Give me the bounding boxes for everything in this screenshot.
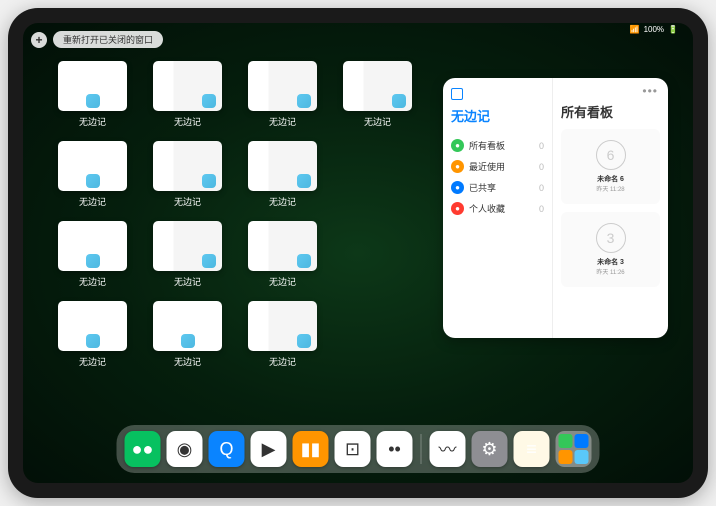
window-thumbnail[interactable]: 无边记 [58,221,127,289]
dock-app-settings[interactable]: ⚙ [472,431,508,467]
sidebar-item-icon: ● [451,160,464,173]
window-label: 无边记 [174,275,201,288]
plus-icon: + [35,33,42,47]
window-label: 无边记 [174,355,201,368]
window-label: 无边记 [79,275,106,288]
dock-app-notes[interactable]: ≡ [514,431,550,467]
sidebar-item[interactable]: ● 个人收藏 0 [451,198,544,219]
sidebar-item-icon: ● [451,202,464,215]
board-thumbnail: 6 [596,140,626,170]
sidebar-item[interactable]: ● 已共享 0 [451,177,544,198]
window-thumbnail[interactable]: 无边记 [248,141,317,209]
window-thumbnail[interactable]: 无边记 [248,301,317,369]
window-preview [248,61,317,111]
window-label: 无边记 [174,115,201,128]
sidebar-item-label: 所有看板 [469,139,505,152]
board-date: 昨天 11:26 [596,267,624,276]
new-window-button[interactable]: + [31,32,47,48]
window-label: 无边记 [269,195,296,208]
window-preview [153,301,222,351]
sidebar-item[interactable]: ● 最近使用 0 [451,156,544,177]
window-preview [58,61,127,111]
sidebar-item-label: 个人收藏 [469,202,505,215]
freeform-app-title: 无边记 [451,106,544,125]
window-preview [153,141,222,191]
sidebar-item-icon: ● [451,181,464,194]
dock-app-library[interactable] [556,431,592,467]
sidebar-item-count: 0 [539,141,544,151]
window-label: 无边记 [269,115,296,128]
sidebar-item-icon: ● [451,139,464,152]
window-thumbnail[interactable]: 无边记 [153,221,222,289]
signal-icon: 📶 [630,25,640,34]
window-preview [248,221,317,271]
board-thumbnail: 3 [596,223,626,253]
dock-separator [421,434,422,464]
dock-app-quark[interactable]: ◉ [167,431,203,467]
freeform-panel[interactable]: 无边记 ● 所有看板 0 ● 最近使用 0 ● 已共享 0 ● 个人收藏 0 ••• 所有看板 6 未命… [443,78,668,338]
window-thumbnail[interactable]: 无边记 [153,301,222,369]
window-label: 无边记 [79,195,106,208]
window-thumbnail[interactable]: 无边记 [58,61,127,129]
window-preview [58,301,127,351]
window-preview [153,61,222,111]
sidebar-toggle-icon[interactable] [451,88,463,100]
window-preview [248,301,317,351]
window-preview [58,141,127,191]
window-thumbnail[interactable]: 无边记 [343,61,412,129]
window-label: 无边记 [79,355,106,368]
board-date: 昨天 11:28 [596,184,624,193]
app-switcher-grid: 无边记无边记无边记无边记无边记无边记无边记无边记无边记无边记无边记无边记无边记 [58,61,412,369]
boards-view-title: 所有看板 [561,102,660,121]
board-name: 未命名 6 [597,174,624,184]
sidebar-item-count: 0 [539,183,544,193]
more-icon[interactable]: ••• [642,84,658,98]
sidebar-item[interactable]: ● 所有看板 0 [451,135,544,156]
sidebar-item-label: 已共享 [469,181,496,194]
window-thumbnail[interactable]: 无边记 [153,61,222,129]
dock: ●●◉Q▶▮▮⊡•• 〰⚙≡ [117,425,600,473]
window-thumbnail[interactable]: 无边记 [248,61,317,129]
dock-app-play[interactable]: ▶ [251,431,287,467]
battery-icon: 🔋 [668,25,678,34]
sidebar-item-count: 0 [539,162,544,172]
window-thumbnail[interactable]: 无边记 [58,301,127,369]
screen: 📶 100% 🔋 + 重新打开已关闭的窗口 无边记无边记无边记无边记无边记无边记… [23,23,693,483]
window-preview [343,61,412,111]
reopen-closed-window-button[interactable]: 重新打开已关闭的窗口 [53,31,163,48]
window-thumbnail[interactable]: 无边记 [248,221,317,289]
board-card[interactable]: 6 未命名 6昨天 11:28 [561,129,660,204]
dock-app-dice[interactable]: ⊡ [335,431,371,467]
window-preview [58,221,127,271]
dock-app-freeform[interactable]: 〰 [430,431,466,467]
window-label: 无边记 [79,115,106,128]
window-preview [153,221,222,271]
sidebar-item-count: 0 [539,204,544,214]
top-bar: + 重新打开已关闭的窗口 [31,31,163,48]
dock-app-quark-hd[interactable]: Q [209,431,245,467]
reopen-label: 重新打开已关闭的窗口 [63,35,153,45]
battery-text: 100% [644,25,664,34]
dock-app-wechat[interactable]: ●● [125,431,161,467]
window-label: 无边记 [174,195,201,208]
dock-app-books[interactable]: ▮▮ [293,431,329,467]
window-label: 无边记 [269,355,296,368]
window-label: 无边记 [269,275,296,288]
freeform-sidebar: 无边记 ● 所有看板 0 ● 最近使用 0 ● 已共享 0 ● 个人收藏 0 [443,78,553,338]
window-label: 无边记 [364,115,391,128]
ipad-frame: 📶 100% 🔋 + 重新打开已关闭的窗口 无边记无边记无边记无边记无边记无边记… [8,8,708,498]
freeform-boards-view: ••• 所有看板 6 未命名 6昨天 11:28 3 未命名 3昨天 11:26 [553,78,668,338]
window-preview [248,141,317,191]
sidebar-item-label: 最近使用 [469,160,505,173]
status-bar: 📶 100% 🔋 [630,25,678,34]
board-card[interactable]: 3 未命名 3昨天 11:26 [561,212,660,287]
dock-app-dots[interactable]: •• [377,431,413,467]
window-thumbnail[interactable]: 无边记 [153,141,222,209]
window-thumbnail[interactable]: 无边记 [58,141,127,209]
board-name: 未命名 3 [597,257,624,267]
